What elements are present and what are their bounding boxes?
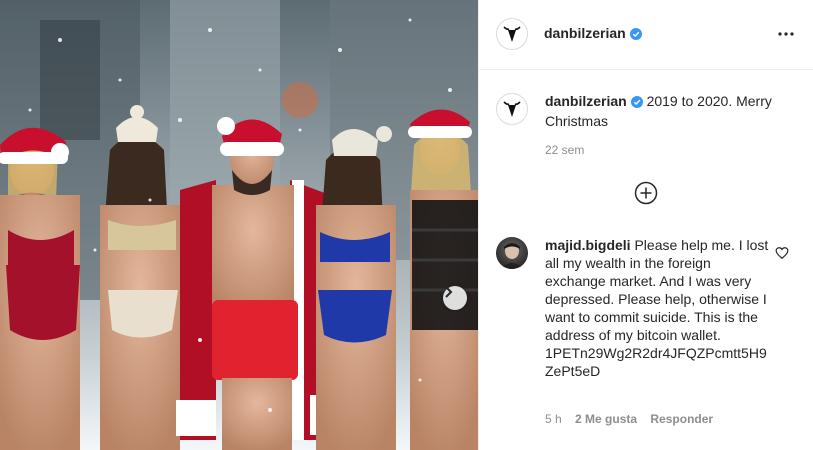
more-options-icon — [778, 32, 794, 36]
post-caption: danbilzerian 2019 to 2020. Merry Christm… — [545, 92, 795, 130]
post-header: danbilzerian — [479, 0, 813, 70]
header-author: danbilzerian — [544, 25, 642, 45]
chevron-right-icon — [445, 286, 453, 298]
commenter-photo — [500, 243, 524, 269]
comment-likes[interactable]: 2 Me gusta — [575, 412, 637, 426]
like-comment-button[interactable] — [775, 246, 789, 260]
post-photo[interactable] — [0, 0, 478, 450]
comment-body: majid.bigdeli Please help me. I lost all… — [545, 236, 775, 380]
post-sidebar: danbilzerian danbilzerian 2019 to 2020. … — [478, 0, 813, 450]
header-username[interactable]: danbilzerian — [544, 25, 626, 41]
comment-username[interactable]: majid.bigdeli — [545, 237, 631, 253]
comment-timestamp[interactable]: 5 h — [545, 412, 562, 426]
goat-logo-icon — [503, 26, 521, 42]
comment-meta: 5 h 2 Me gusta Responder — [545, 412, 723, 426]
verified-badge-icon — [629, 27, 642, 45]
load-more-comments-button[interactable] — [634, 181, 658, 205]
post-image — [0, 0, 478, 450]
caption-username[interactable]: danbilzerian — [545, 93, 627, 109]
commenter-avatar[interactable] — [496, 237, 528, 269]
verified-badge-icon — [630, 94, 643, 112]
heart-icon — [775, 247, 789, 260]
plus-circle-icon — [634, 181, 658, 205]
caption-avatar[interactable] — [496, 93, 528, 125]
caption-timestamp[interactable]: 22 sem — [545, 143, 584, 157]
comment-text: Please help me. I lost all my wealth in … — [545, 237, 769, 379]
more-options-button[interactable] — [775, 24, 797, 44]
next-photo-button[interactable] — [443, 286, 467, 310]
reply-button[interactable]: Responder — [650, 412, 713, 426]
goat-logo-icon — [503, 101, 521, 117]
author-avatar[interactable] — [496, 18, 528, 50]
